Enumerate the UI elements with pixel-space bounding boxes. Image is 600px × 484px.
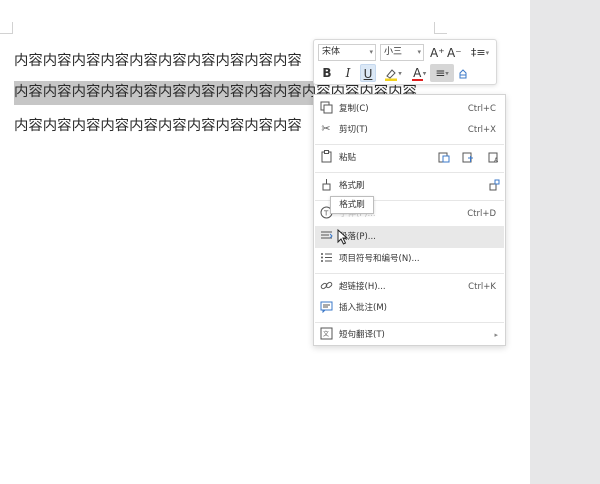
bold-button[interactable]: B bbox=[319, 64, 335, 82]
hyperlink-icon bbox=[319, 279, 333, 293]
paste-text-only-icon[interactable]: A bbox=[487, 151, 501, 165]
clear-format-button[interactable] bbox=[455, 64, 471, 82]
menu-item-hyperlink[interactable]: 超链接(H)... Ctrl+K bbox=[315, 276, 504, 298]
font-size-select[interactable]: 小三 ▾ bbox=[380, 44, 424, 61]
format-painter-icon bbox=[319, 178, 333, 192]
font-color-icon: A bbox=[411, 66, 423, 81]
context-menu: 复制(C) Ctrl+C ✂ 剪切(T) Ctrl+X 粘贴 A 格式刷 T 字… bbox=[313, 94, 506, 346]
italic-button[interactable]: I bbox=[340, 64, 356, 82]
crop-mark bbox=[0, 33, 12, 34]
chevron-down-icon: ▾ bbox=[422, 69, 427, 78]
menu-item-translate[interactable]: 文 短句翻译(T) ▸ bbox=[315, 324, 504, 346]
menu-divider bbox=[315, 273, 504, 274]
menu-item-label: 粘贴 bbox=[339, 153, 357, 163]
eraser-icon bbox=[459, 68, 467, 78]
paste-merge-format-icon[interactable] bbox=[461, 151, 475, 165]
translate-icon: 文 bbox=[319, 327, 333, 341]
menu-item-label: 短句翻译(T) bbox=[339, 330, 385, 340]
menu-item-label: 超链接(H)... bbox=[339, 282, 386, 292]
chevron-down-icon: ▾ bbox=[445, 69, 449, 78]
menu-divider bbox=[315, 144, 504, 145]
highlighter-icon bbox=[385, 68, 398, 81]
paste-icon bbox=[319, 150, 333, 164]
menu-divider bbox=[315, 322, 504, 323]
menu-item-copy[interactable]: 复制(C) Ctrl+C bbox=[315, 98, 504, 120]
line-spacing-icon: ‡≡ bbox=[470, 46, 486, 59]
font-color-button[interactable]: A ▾ bbox=[408, 64, 430, 82]
font-name-select[interactable]: 宋体 ▾ bbox=[318, 44, 376, 61]
format-painter-alt-icon[interactable] bbox=[487, 179, 501, 193]
mini-format-toolbar: 宋体 ▾ 小三 ▾ A⁺ A⁻ ‡≡▾ B I U ▾ A ▾ ≡▾ bbox=[313, 39, 497, 85]
tooltip: 格式刷 bbox=[330, 196, 374, 214]
svg-text:T: T bbox=[323, 210, 329, 218]
svg-text:A: A bbox=[494, 157, 499, 163]
menu-item-cut[interactable]: ✂ 剪切(T) Ctrl+X bbox=[315, 119, 504, 141]
font-name-value: 宋体 bbox=[322, 47, 341, 57]
increase-font-size-button[interactable]: A⁺ bbox=[430, 44, 445, 62]
line-spacing-button[interactable]: ‡≡▾ bbox=[466, 44, 494, 62]
crop-mark bbox=[12, 22, 13, 34]
menu-item-format-painter[interactable]: 格式刷 bbox=[315, 175, 504, 197]
align-button[interactable]: ≡▾ bbox=[430, 64, 454, 82]
decrease-font-size-button[interactable]: A⁻ bbox=[447, 44, 462, 62]
text-line[interactable]: 内容内容内容内容内容内容内容内容内容内容 bbox=[14, 115, 314, 137]
copy-icon bbox=[319, 101, 333, 115]
menu-item-shortcut: Ctrl+X bbox=[467, 125, 496, 135]
menu-item-shortcut: Ctrl+K bbox=[468, 282, 496, 292]
align-icon: ≡ bbox=[435, 66, 446, 80]
underline-button[interactable]: U bbox=[360, 64, 376, 82]
workspace-background bbox=[530, 0, 600, 484]
submenu-arrow-icon: ▸ bbox=[494, 331, 498, 339]
bullets-icon bbox=[319, 251, 333, 265]
svg-text:文: 文 bbox=[323, 330, 329, 338]
chevron-down-icon: ▾ bbox=[485, 49, 490, 57]
menu-item-label: 插入批注(M) bbox=[339, 303, 387, 313]
font-size-value: 小三 bbox=[384, 47, 403, 57]
menu-item-paste[interactable]: 粘贴 A bbox=[315, 147, 504, 169]
menu-item-label: 格式刷 bbox=[339, 181, 365, 191]
menu-item-shortcut: Ctrl+D bbox=[467, 209, 496, 219]
paragraph-icon bbox=[319, 229, 333, 243]
chevron-down-icon: ▾ bbox=[369, 48, 373, 56]
crop-mark bbox=[435, 33, 447, 34]
menu-item-label: 复制(C) bbox=[339, 104, 369, 114]
mouse-pointer-icon bbox=[337, 229, 349, 245]
chevron-down-icon: ▾ bbox=[417, 48, 421, 56]
menu-divider bbox=[315, 172, 504, 173]
menu-item-label: 项目符号和编号(N)... bbox=[339, 254, 420, 264]
chevron-down-icon: ▾ bbox=[398, 69, 402, 78]
menu-item-insert-comment[interactable]: 插入批注(M) bbox=[315, 297, 504, 319]
cut-icon: ✂ bbox=[321, 122, 331, 135]
highlight-color-button[interactable]: ▾ bbox=[380, 64, 406, 82]
menu-item-bullets-numbering[interactable]: 项目符号和编号(N)... bbox=[315, 248, 504, 270]
menu-item-label: 剪切(T) bbox=[339, 125, 368, 135]
comment-icon bbox=[319, 300, 333, 314]
paste-keep-format-icon[interactable] bbox=[437, 151, 451, 165]
text-line[interactable]: 内容内容内容内容内容内容内容内容内容内容 bbox=[14, 50, 314, 72]
menu-item-shortcut: Ctrl+C bbox=[467, 104, 496, 114]
